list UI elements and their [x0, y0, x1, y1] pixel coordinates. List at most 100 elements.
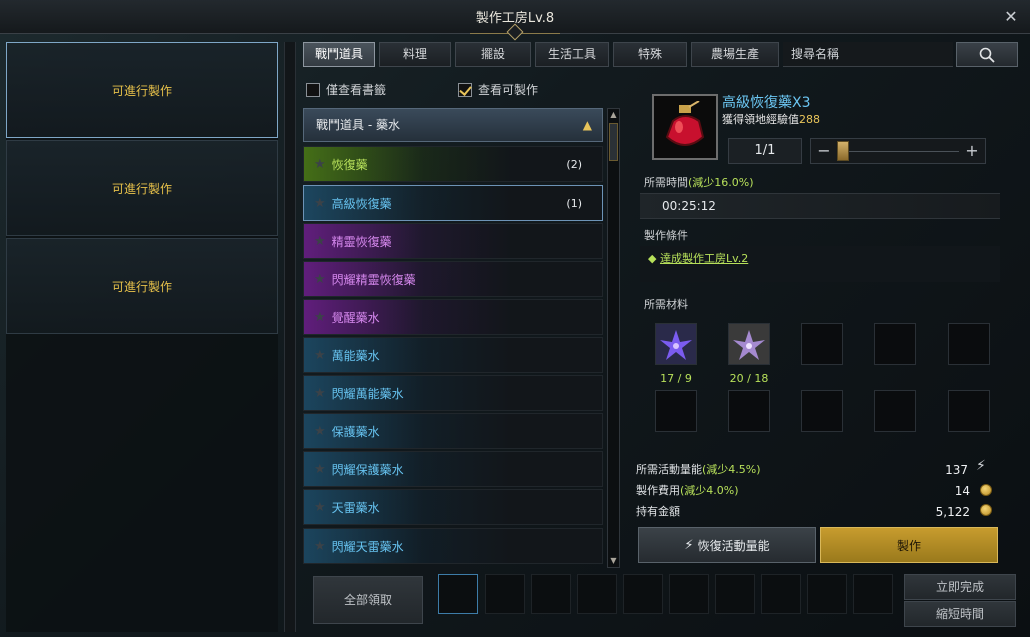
time-label-text: 所需時間 — [644, 176, 688, 189]
claim-all-button[interactable]: 全部領取 — [313, 576, 423, 624]
list-item[interactable]: ★ 恢復藥 (2) — [303, 146, 603, 182]
craftable-only-checkbox[interactable]: 查看可製作 — [458, 81, 538, 98]
quantity-display: 1/1 — [728, 138, 802, 164]
star-icon[interactable]: ★ — [314, 196, 326, 211]
close-icon[interactable]: ✕ — [1000, 6, 1022, 28]
material-slot-4 — [874, 323, 916, 365]
item-name: 閃耀精靈恢復藥 — [331, 272, 416, 287]
material-slot-10 — [948, 390, 990, 432]
queue-output-slot — [853, 574, 893, 614]
item-icon-frame — [652, 94, 718, 160]
item-name: 高級恢復藥 — [331, 196, 392, 211]
energy-icon: ⚡ — [976, 458, 986, 474]
queue-output-slot — [623, 574, 663, 614]
list-item[interactable]: ★ 閃耀精靈恢復藥 — [303, 261, 603, 297]
purple-flower-icon — [656, 324, 696, 364]
category-header[interactable]: 戰鬥道具 - 藥水 ▲ — [303, 108, 603, 142]
item-name: 閃耀萬能藥水 — [331, 386, 404, 401]
star-icon[interactable]: ★ — [314, 424, 326, 439]
restore-energy-label: 恢復活動量能 — [697, 538, 770, 553]
tab-furnishing[interactable]: 擺設 — [455, 42, 531, 67]
list-item[interactable]: ★ 天雷藥水 — [303, 489, 603, 525]
tab-cooking[interactable]: 料理 — [379, 42, 451, 67]
item-name: 天雷藥水 — [331, 500, 380, 515]
list-item[interactable]: ★ 覺醒藥水 — [303, 299, 603, 335]
list-item[interactable]: ★ 精靈恢復藥 — [303, 223, 603, 259]
list-item[interactable]: ★ 保護藥水 — [303, 413, 603, 449]
slider-knob[interactable] — [837, 141, 849, 161]
queue-slot-1[interactable]: 可進行製作 — [6, 42, 278, 138]
checkbox-label: 僅查看書籤 — [326, 83, 387, 97]
bullet-icon: ◆ — [648, 252, 660, 265]
fee-reduce: (減少4.0%) — [680, 484, 739, 497]
plus-icon[interactable]: + — [961, 139, 983, 163]
material-slot-1[interactable] — [655, 323, 697, 365]
search-button[interactable] — [956, 42, 1018, 67]
item-count: (1) — [566, 196, 582, 210]
queue-output-slot — [715, 574, 755, 614]
title-ornament — [470, 24, 560, 34]
item-name: 覺醒藥水 — [331, 310, 380, 325]
checkbox-box-checked[interactable] — [458, 82, 472, 97]
instant-complete-button[interactable]: 立即完成 — [904, 574, 1016, 600]
material-count-2: 20 / 18 — [729, 372, 769, 385]
collapse-arrow-icon[interactable]: ▲ — [583, 109, 592, 141]
material-slot-3 — [801, 323, 843, 365]
exp-label: 獲得領地經驗值 — [722, 113, 799, 126]
energy-label: 所需活動量能 — [636, 463, 702, 476]
queue-output-slot — [761, 574, 801, 614]
star-icon[interactable]: ★ — [314, 234, 326, 249]
craft-queue: 可進行製作 可進行製作 可進行製作 — [6, 42, 278, 632]
restore-energy-button[interactable]: ⚡ 恢復活動量能 — [638, 527, 816, 563]
tab-combat-items[interactable]: 戰鬥道具 — [303, 42, 375, 67]
tab-life-tools[interactable]: 生活工具 — [535, 42, 609, 67]
gold-coin-icon — [980, 484, 992, 496]
material-slot-8 — [801, 390, 843, 432]
list-item[interactable]: ★ 閃耀保護藥水 — [303, 451, 603, 487]
queue-slot-2[interactable]: 可進行製作 — [6, 140, 278, 236]
scroll-down-icon[interactable]: ▼ — [608, 555, 619, 567]
scroll-thumb[interactable] — [609, 123, 618, 161]
star-icon[interactable]: ★ — [314, 310, 326, 325]
energy-value: 137 — [945, 463, 968, 477]
star-icon[interactable]: ★ — [314, 348, 326, 363]
minus-icon[interactable]: − — [813, 139, 835, 163]
condition-box: ◆ 達成製作工房Lv.2 — [640, 246, 1000, 282]
bookmark-only-checkbox[interactable]: 僅查看書籤 — [306, 81, 386, 98]
list-item-selected[interactable]: ★ 高級恢復藥 (1) — [303, 185, 603, 221]
fee-label: 製作費用 — [636, 484, 680, 497]
item-title: 高級恢復藥X3 — [722, 95, 811, 111]
quantity-slider[interactable]: − + — [810, 138, 986, 164]
time-value: 00:25:12 — [640, 193, 1000, 219]
gold-coin-icon — [980, 504, 992, 516]
queue-output-slot — [485, 574, 525, 614]
checkbox-box[interactable] — [306, 82, 320, 97]
item-name: 恢復藥 — [331, 157, 368, 172]
list-item[interactable]: ★ 萬能藥水 — [303, 337, 603, 373]
shorten-time-button[interactable]: 縮短時間 — [904, 601, 1016, 627]
gold-held-label: 持有金額 — [636, 505, 680, 518]
material-slot-7 — [728, 390, 770, 432]
list-item[interactable]: ★ 閃耀萬能藥水 — [303, 375, 603, 411]
list-scrollbar[interactable]: ▲ ▼ — [607, 108, 620, 568]
material-slot-6 — [655, 390, 697, 432]
star-icon[interactable]: ★ — [314, 386, 326, 401]
condition-link[interactable]: 達成製作工房Lv.2 — [660, 252, 748, 265]
item-count: (2) — [566, 157, 582, 171]
queue-output-slot[interactable] — [438, 574, 478, 614]
item-name: 萬能藥水 — [331, 348, 380, 363]
material-slot-2[interactable] — [728, 323, 770, 365]
star-icon[interactable]: ★ — [314, 539, 326, 554]
star-icon[interactable]: ★ — [314, 462, 326, 477]
exp-line: 獲得領地經驗值288 — [722, 111, 820, 127]
scroll-up-icon[interactable]: ▲ — [608, 109, 619, 121]
queue-slot-3[interactable]: 可進行製作 — [6, 238, 278, 334]
search-input[interactable] — [783, 42, 953, 67]
star-icon[interactable]: ★ — [314, 272, 326, 287]
tab-farm-production[interactable]: 農場生產 — [691, 42, 779, 67]
tab-special[interactable]: 特殊 — [613, 42, 687, 67]
star-icon[interactable]: ★ — [314, 157, 326, 172]
list-item[interactable]: ★ 閃耀天雷藥水 — [303, 528, 603, 564]
craft-button[interactable]: 製作 — [820, 527, 998, 563]
star-icon[interactable]: ★ — [314, 500, 326, 515]
